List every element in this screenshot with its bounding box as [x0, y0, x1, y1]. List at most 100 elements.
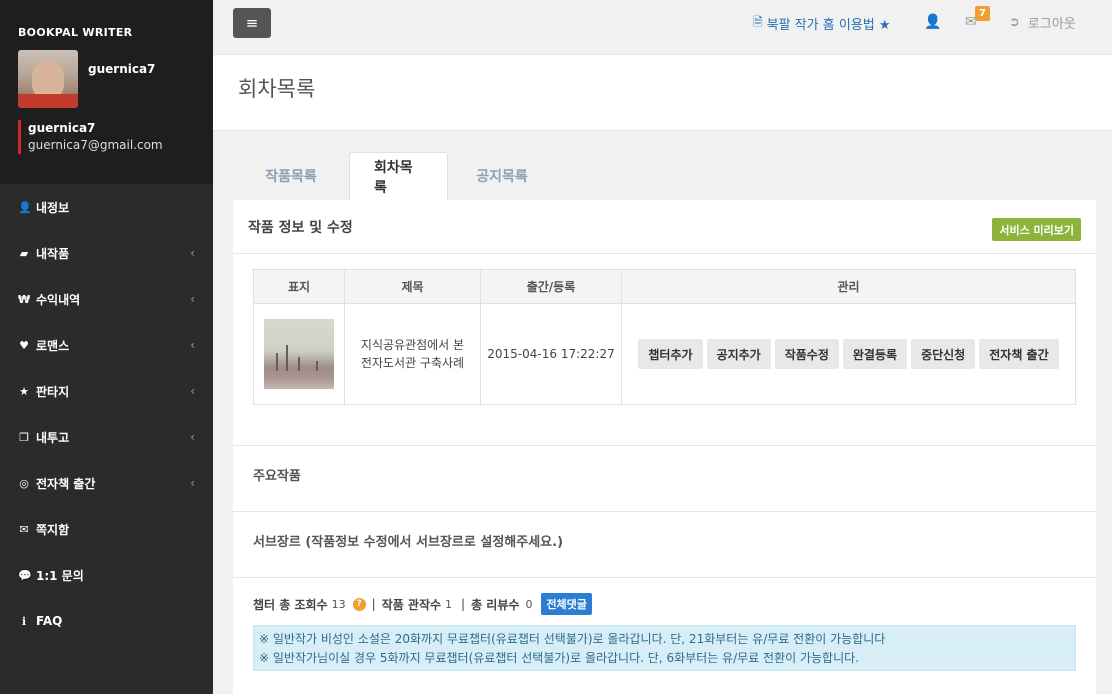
tab-chapter-list[interactable]: 회차목록: [349, 152, 448, 200]
menu-toggle-button[interactable]: ≡: [233, 8, 271, 38]
sidebar-item-label: 판타지: [36, 384, 70, 399]
writer-guide-link[interactable]: 🗎 북팔 작가 홈 이용법 ★: [753, 13, 891, 34]
won-icon: ₩: [18, 292, 31, 306]
user-menu-icon[interactable]: 👤: [924, 14, 941, 30]
page-title: 회차목록: [238, 77, 316, 101]
sidebar-item-label: 내정보: [36, 200, 70, 215]
sidebar-item-faq[interactable]: ℹ FAQ: [0, 598, 213, 644]
copy-icon: ❐: [19, 430, 29, 444]
content-tabs: 작품목록 회차목록 공지목록: [233, 152, 556, 200]
sidebar-item-inquiry[interactable]: 💬 1:1 문의: [0, 552, 213, 598]
sidebar-item-romance[interactable]: ♥ 로맨스 ‹: [0, 322, 213, 368]
sidebar-item-submissions[interactable]: ❐ 내투고 ‹: [0, 414, 213, 460]
subgenre-section: 서브장르 (작품정보 수정에서 서브장르로 설정해주세요.): [233, 511, 1096, 577]
chevron-left-icon: ‹: [190, 292, 195, 306]
sidebar-item-label: FAQ: [36, 614, 63, 628]
book-icon: ▰: [19, 246, 29, 260]
work-table-wrapper: 표지 제목 출간/등록 관리 지식공유관점에서 본 전자도서관 구축사례 201…: [253, 269, 1076, 405]
main-works-label: 주요작품: [253, 469, 301, 484]
all-comments-button[interactable]: 전체댓글: [541, 593, 592, 615]
sidebar-item-revenue[interactable]: ₩ 수익내역 ‹: [0, 276, 213, 322]
page-header: 회차목록: [213, 55, 1112, 131]
service-preview-button[interactable]: 서비스 미리보기: [992, 218, 1081, 241]
complete-register-button[interactable]: 완결등록: [842, 339, 908, 369]
help-icon[interactable]: ?: [352, 597, 366, 611]
notice-line: ※ 일반작가 비성인 소설은 20화까지 무료챕터(유료챕터 선택불가)로 올라…: [259, 632, 886, 646]
table-header-row: 표지 제목 출간/등록 관리: [253, 269, 1076, 304]
action-buttons: 챕터추가 공지추가 작품수정 완결등록 중단신청 전자책 출간: [622, 339, 1075, 369]
edit-work-button[interactable]: 작품수정: [774, 339, 839, 369]
chevron-left-icon: ‹: [190, 430, 195, 444]
logout-button[interactable]: ➲ 로그아웃: [1009, 13, 1076, 32]
reviews-label: 총 리뷰수: [471, 597, 520, 612]
sign-out-icon: ➲: [1009, 15, 1020, 30]
avatar[interactable]: [18, 50, 78, 108]
sidebar-item-label: 내작품: [36, 246, 70, 261]
sidebar-item-my-info[interactable]: 👤 내정보: [0, 184, 213, 230]
heart-icon: ♥: [19, 338, 29, 352]
sidebar-menu: 👤 내정보 ▰ 내작품 ‹ ₩ 수익내역 ‹ ♥ 로맨스 ‹ ★ 판타지 ‹ ❐ 내투고 ‹ ◎ 전자책…: [0, 184, 213, 644]
separator: |: [371, 597, 376, 611]
chevron-left-icon: ‹: [190, 384, 195, 398]
user-info: guernica7 guernica7@gmail.com: [18, 120, 163, 154]
work-stats: 챕터 총 조회수 13 ? | 작품 관작수 1 | 총 리뷰수 0 전체댓글: [253, 593, 592, 615]
pdf-file-icon: 🗎: [753, 15, 763, 29]
sidebar-item-label: 1:1 문의: [36, 568, 84, 583]
sidebar-item-label: 수익내역: [36, 292, 81, 307]
fans-label: 작품 관작수: [381, 597, 442, 612]
user-icon: 👤: [18, 200, 32, 214]
add-chapter-button[interactable]: 챕터추가: [638, 339, 703, 369]
ebook-publish-button[interactable]: 전자책 출간: [979, 339, 1059, 369]
sidebar-profile: BOOKPAL WRITER guernica7 guernica7 guern…: [0, 0, 213, 184]
avatar-username: guernica7: [88, 62, 156, 76]
free-chapter-notice: ※ 일반작가 비성인 소설은 20화까지 무료챕터(유료챕터 선택불가)로 올라…: [253, 625, 1076, 671]
chevron-left-icon: ‹: [190, 338, 195, 352]
panel-title: 작품 정보 및 수정: [248, 220, 353, 236]
cover-thumbnail[interactable]: [264, 319, 334, 389]
logout-label: 로그아웃: [1027, 17, 1076, 32]
star-icon: ★: [19, 384, 29, 398]
views-label: 챕터 총 조회수: [253, 597, 328, 612]
tab-notice-list[interactable]: 공지목록: [448, 152, 556, 200]
work-info-panel: 작품 정보 및 수정 서비스 미리보기 표지 제목 출간/등록 관리 지식공유관…: [233, 200, 1096, 694]
add-notice-button[interactable]: 공지추가: [706, 339, 771, 369]
work-table: 표지 제목 출간/등록 관리 지식공유관점에서 본 전자도서관 구축사례 201…: [253, 269, 1076, 405]
sidebar-item-label: 내투고: [36, 430, 70, 445]
notice-line: ※ 일반작가님이실 경우 5화까지 무료챕터(유료챕터 선택불가)로 올라갑니다…: [259, 651, 859, 665]
sidebar-item-my-works[interactable]: ▰ 내작품 ‹: [0, 230, 213, 276]
work-title-line: 전자도서관 구축사례: [360, 356, 465, 370]
sidebar-item-label: 전자책 출간: [36, 476, 96, 491]
sidebar-item-fantasy[interactable]: ★ 판타지 ‹: [0, 368, 213, 414]
brand-title: BOOKPAL WRITER: [18, 26, 133, 39]
avatar-shirt: [18, 94, 78, 108]
date-cell: 2015-04-16 17:22:27: [480, 303, 622, 405]
table-row: 지식공유관점에서 본 전자도서관 구축사례 2015-04-16 17:22:2…: [253, 303, 1076, 405]
thumbnail-detail: [286, 345, 288, 371]
chevron-left-icon: ‹: [190, 246, 195, 260]
thumbnail-detail: [298, 357, 300, 371]
sidebar-item-ebook-publish[interactable]: ◎ 전자책 출간 ‹: [0, 460, 213, 506]
main-works-section: 주요작품: [233, 445, 1096, 511]
reviews-value: 0: [525, 597, 533, 611]
cover-cell: [253, 303, 345, 405]
fans-value: 1: [445, 597, 453, 611]
sidebar-item-label: 쪽지함: [36, 522, 70, 537]
chevron-left-icon: ‹: [190, 476, 195, 490]
title-cell: 지식공유관점에서 본 전자도서관 구축사례: [344, 303, 481, 405]
sidebar-item-messages[interactable]: ✉ 쪽지함: [0, 506, 213, 552]
top-navbar: ≡ 🗎 북팔 작가 홈 이용법 ★ 👤 ✉ 7 ➲ 로그아웃: [213, 0, 1112, 55]
tab-works-list[interactable]: 작품목록: [233, 152, 349, 200]
user-name: guernica7: [28, 121, 96, 135]
bullseye-icon: ◎: [19, 476, 29, 490]
column-header-title: 제목: [344, 269, 481, 304]
thumbnail-detail: [316, 361, 318, 371]
info-icon: ℹ: [21, 614, 27, 628]
column-header-manage: 관리: [621, 269, 1076, 304]
comments-icon: 💬: [18, 568, 32, 582]
panel-header: 작품 정보 및 수정 서비스 미리보기: [233, 200, 1096, 254]
bars-icon: ≡: [245, 14, 259, 32]
sidebar: BOOKPAL WRITER guernica7 guernica7 guern…: [0, 0, 213, 694]
sidebar-item-label: 로맨스: [36, 338, 70, 353]
suspend-request-button[interactable]: 중단신청: [911, 339, 976, 369]
column-header-cover: 표지: [253, 269, 345, 304]
